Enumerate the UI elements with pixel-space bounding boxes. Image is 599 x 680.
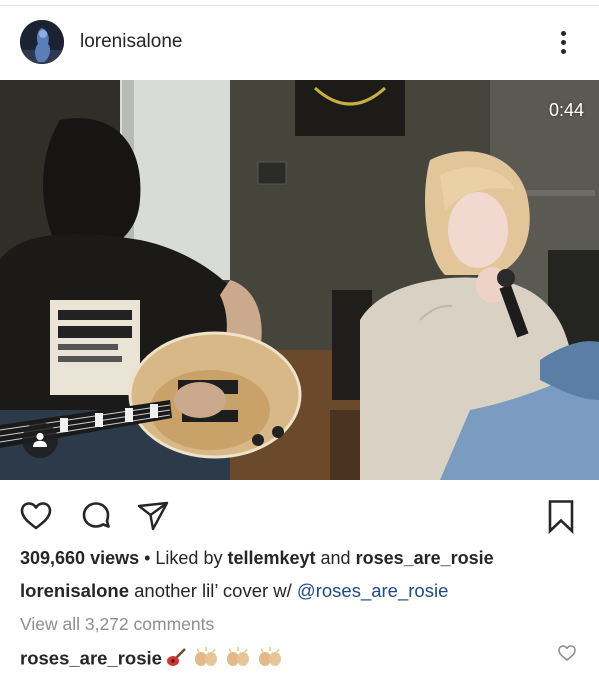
avatar[interactable]: [20, 20, 64, 64]
post-username[interactable]: lorenisalone: [80, 31, 182, 53]
person-tag-icon: [33, 432, 47, 447]
heart-outline-icon[interactable]: [18, 498, 54, 534]
small-heart-icon[interactable]: [556, 642, 578, 664]
post-header: lorenisalone: [0, 8, 599, 78]
clapping-hands-emoji-icon: [256, 646, 284, 673]
comment-bubble-icon[interactable]: [78, 498, 114, 534]
caption-mention[interactable]: @roses_are_rosie: [297, 580, 448, 601]
paper-plane-icon[interactable]: [135, 498, 171, 534]
comment-username[interactable]: roses_are_rosie: [20, 647, 162, 668]
liked-by-user-1[interactable]: tellemkeyt: [227, 548, 315, 568]
clapping-hands-emoji-icon: [192, 646, 220, 673]
views-count[interactable]: 309,660 views: [20, 548, 139, 568]
action-bar: [0, 490, 599, 540]
caption-text: another lil’ cover w/: [128, 580, 297, 601]
post-video[interactable]: 0:44: [0, 80, 599, 480]
more-options-icon[interactable]: [552, 28, 576, 58]
views-and-likes: 309,660 views • Liked by tellemkeyt and …: [20, 548, 494, 569]
post-caption: lorenisalone another lil’ cover w/ @rose…: [20, 580, 448, 602]
tagged-people-button[interactable]: [22, 422, 58, 458]
liked-by-and: and: [315, 548, 356, 568]
video-frame: [0, 80, 599, 480]
liked-by-user-2[interactable]: roses_are_rosie: [356, 548, 494, 568]
view-all-comments-link[interactable]: View all 3,272 comments: [20, 614, 214, 635]
comment-row: roses_are_rosie: [20, 646, 284, 673]
top-divider: [0, 0, 599, 6]
clapping-hands-emoji-icon: [224, 646, 252, 673]
caption-username[interactable]: lorenisalone: [20, 580, 129, 601]
bookmark-icon[interactable]: [543, 498, 579, 534]
liked-by-prefix: • Liked by: [139, 548, 228, 568]
guitar-emoji-icon: [166, 646, 188, 673]
video-timer: 0:44: [548, 100, 584, 120]
